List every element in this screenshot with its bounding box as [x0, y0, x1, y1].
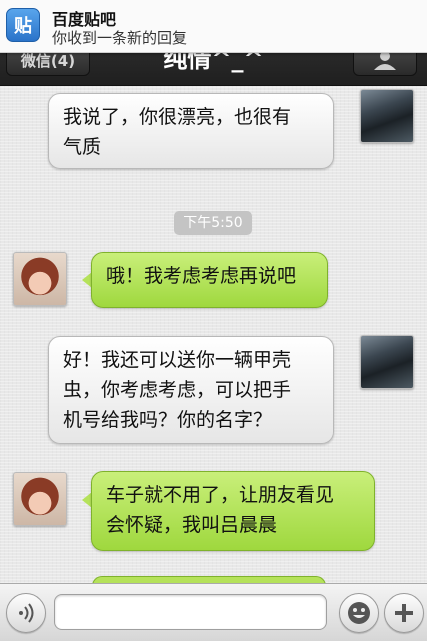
emoji-button[interactable]	[339, 593, 379, 633]
message-text-line: 我说了，你很漂亮，也很有	[63, 106, 292, 128]
person-icon	[374, 51, 396, 70]
message-bubble-incoming[interactable]: 车子就不用了，让朋友看见 会怀疑，我叫吕晨晨	[91, 471, 375, 551]
tieba-app-icon: 贴	[6, 8, 40, 42]
voice-icon	[19, 603, 34, 623]
push-notification-banner[interactable]: 贴 百度贴吧 你收到一条新的回复	[0, 0, 427, 53]
contact-avatar[interactable]	[13, 252, 67, 306]
more-options-button[interactable]	[384, 593, 424, 633]
message-text-line: 虫，你考虑考虑，可以把手	[63, 379, 292, 401]
message-bubble-outgoing[interactable]: 好！我还可以送你一辆甲壳 虫，你考虑考虑，可以把手 机号给我吗？你的名字？	[48, 336, 334, 444]
input-toolbar	[0, 583, 427, 641]
smiley-icon	[348, 602, 370, 624]
my-avatar[interactable]	[360, 89, 414, 143]
message-input[interactable]	[54, 594, 327, 630]
plus-icon	[395, 604, 413, 622]
message-bubble-outgoing[interactable]: 我说了，你很漂亮，也很有 气质	[48, 93, 334, 169]
voice-input-button[interactable]	[6, 593, 46, 633]
message-text-line: 车子就不用了，让朋友看见	[106, 484, 335, 506]
contact-avatar[interactable]	[13, 472, 67, 526]
notification-message: 你收到一条新的回复	[52, 29, 188, 47]
message-text-line: 机号给我吗？你的名字？	[63, 409, 273, 431]
message-text-line: 会怀疑，我叫吕晨晨	[106, 514, 278, 536]
message-text-line: 哦！我考虑考虑再说吧	[106, 265, 297, 287]
my-avatar[interactable]	[360, 335, 414, 389]
message-text-line: 气质	[63, 136, 102, 158]
message-bubble-incoming[interactable]: 哦！我考虑考虑再说吧	[91, 252, 328, 308]
message-timestamp: 下午5:50	[174, 211, 252, 235]
message-text-line: 好！我还可以送你一辆甲壳	[63, 349, 292, 371]
